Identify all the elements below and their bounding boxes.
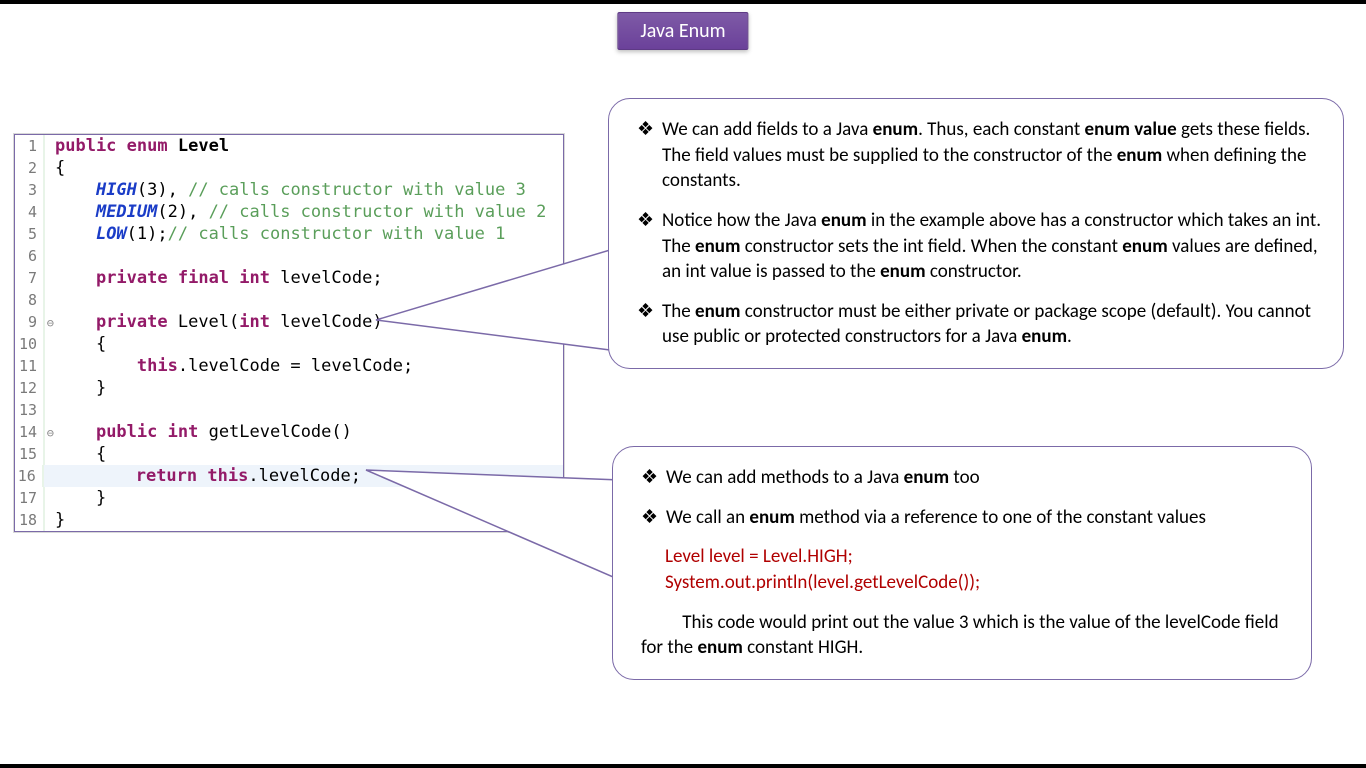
code-content: HIGH(3), // calls constructor with value… [45,179,526,201]
line-number: 10 [15,333,45,355]
callout-text: This code would print out the value 3 wh… [641,611,1279,660]
example-code-line: System.out.println(level.getLevelCode())… [665,570,1289,596]
line-number: 7 [15,267,45,289]
callout-text: We can add methods to a Java enum too [666,465,980,491]
line-number: 12 [15,377,45,399]
line-number: 6 [15,245,45,267]
line-number: 17 [15,487,45,509]
callout-methods: ❖ We can add methods to a Java enum too … [612,446,1312,680]
line-number: 2 [15,157,45,179]
code-content: { [45,157,65,179]
callout-pointer-1 [370,210,630,430]
callout-text: We call an enum method via a reference t… [666,505,1206,531]
bottom-border [0,764,1366,768]
diamond-bullet-icon: ❖ [641,465,658,491]
code-content [45,289,55,311]
line-number: 13 [15,399,45,421]
code-content: { [45,443,106,465]
callout-text: Notice how the Java enum in the example … [662,208,1321,285]
line-number: 11 [15,355,45,377]
diamond-bullet-icon: ❖ [637,299,654,350]
diamond-bullet-icon: ❖ [637,117,654,194]
callout-fields: ❖ We can add fields to a Java enum. Thus… [608,98,1344,369]
line-number: 15 [15,443,45,465]
line-number: 5 [15,223,45,245]
code-content [45,245,55,267]
code-content: { [45,333,106,355]
code-content: public int getLevelCode() [45,421,352,443]
diamond-bullet-icon: ❖ [641,505,658,531]
code-content: } [45,509,65,531]
code-content: private final int levelCode; [45,267,383,289]
code-content: this.levelCode = levelCode; [45,355,413,377]
line-number: 9 [15,311,45,333]
callout-text: We can add fields to a Java enum. Thus, … [662,117,1321,194]
code-content: private Level(int levelCode) [45,311,383,333]
example-code-line: Level level = Level.HIGH; [665,544,1289,570]
top-border [0,0,1366,4]
line-number: 14 [15,421,45,443]
line-number: 3 [15,179,45,201]
code-content [45,399,55,421]
line-number: 1 [15,135,45,157]
code-content: } [45,377,106,399]
line-number: 8 [15,289,45,311]
code-line: 3 HIGH(3), // calls constructor with val… [15,179,563,201]
line-number: 16 [15,465,44,487]
callout-text: The enum constructor must be either priv… [662,299,1321,350]
code-line: 1public enum Level [15,135,563,157]
callout-pointer-2 [360,420,640,620]
code-content: public enum Level [45,135,229,157]
line-number: 18 [15,509,45,531]
diamond-bullet-icon: ❖ [637,208,654,285]
code-line: 2{ [15,157,563,179]
code-content: } [45,487,106,509]
line-number: 4 [15,201,45,223]
page-title: Java Enum [617,12,748,50]
